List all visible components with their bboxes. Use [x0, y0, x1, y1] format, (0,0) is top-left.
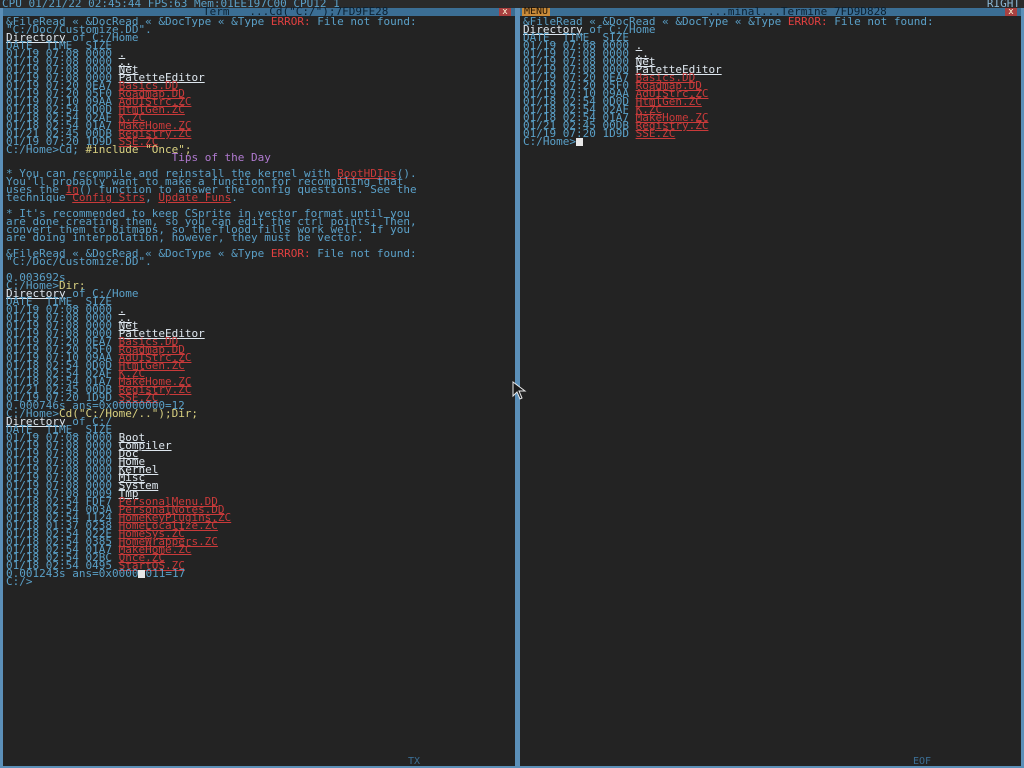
terminal-text: File not found: — [310, 15, 417, 28]
terminal-text: "C:/Doc/Customize.DD". — [6, 255, 152, 268]
close-button[interactable]: x — [1005, 8, 1017, 17]
close-button[interactable]: x — [499, 8, 511, 17]
terminal-text: 011=17 — [145, 567, 186, 580]
terminal-text: C:/> — [6, 575, 33, 588]
terminal-line: Tips of the Day — [6, 151, 511, 164]
file-link[interactable]: SSE.ZC — [636, 127, 676, 140]
terminal-text: are doing interpolation, however, they m… — [6, 231, 364, 244]
terminal-window-right[interactable]: MENU ...minal...Termine 7FD9D828 x &File… — [517, 6, 1024, 768]
terminal-line: 0.001243s ans=0x0000 011=17 — [6, 567, 511, 580]
file-link[interactable]: Update Funs — [158, 191, 231, 204]
terminal-text: ERROR: — [270, 15, 311, 28]
status-right: RIGHT — [986, 0, 1020, 10]
terminal-text: Tips of the Day — [171, 151, 271, 164]
terminal-line: 01/19 07:20 1D9D SSE.ZC — [523, 127, 1017, 140]
text-cursor — [575, 138, 583, 146]
terminal-text: File not found: — [827, 15, 934, 28]
terminal-text: ERROR: — [787, 15, 828, 28]
terminal-output[interactable]: &FileRead « &DocRead « &DocType « &Type … — [523, 15, 1017, 148]
terminal-line: are doing interpolation, however, they m… — [6, 231, 511, 244]
terminal-text: File not found: — [310, 247, 417, 260]
terminal-text: technique — [6, 191, 73, 204]
terminal-text: , — [145, 191, 159, 204]
terminal-output[interactable]: &FileRead « &DocRead « &DocType « &Type … — [6, 15, 511, 588]
file-link[interactable]: Config Strs — [72, 191, 145, 204]
window-bottom-label: TX — [408, 756, 421, 767]
window-bottom-label: EOF — [913, 756, 932, 767]
terminal-text: ERROR: — [270, 247, 311, 260]
terminal-window-left[interactable]: Term ...Cd("C:/");7FD9FE28 x &FileRead «… — [0, 6, 518, 768]
terminal-text: . — [231, 191, 238, 204]
terminal-text: C:/Home> — [523, 135, 576, 148]
mouse-pointer-icon — [512, 381, 527, 400]
